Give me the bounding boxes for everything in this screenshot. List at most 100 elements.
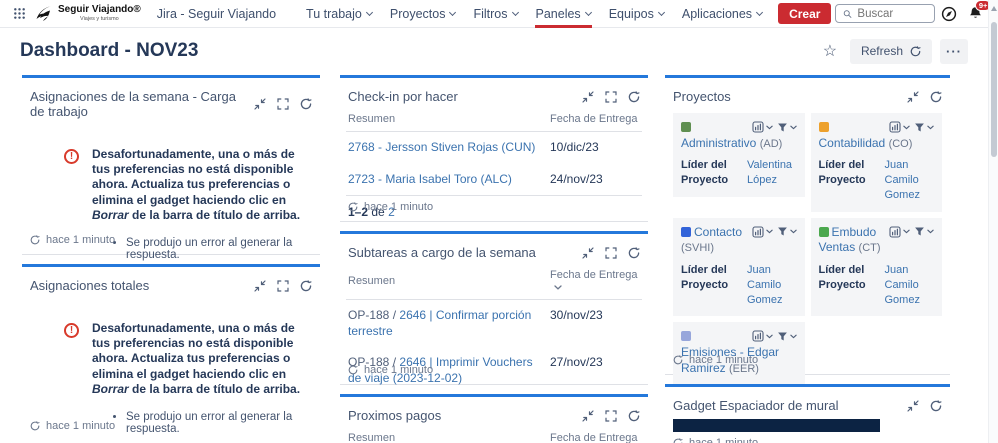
refresh-icon[interactable] xyxy=(628,410,640,422)
gadget-title: Asignaciones de la semana - Carga de tra… xyxy=(30,89,236,119)
maximize-icon[interactable] xyxy=(605,410,617,422)
gadget-subtasks: Subtareas a cargo de la semana Resumen F… xyxy=(340,231,648,418)
refresh-icon[interactable] xyxy=(673,355,683,365)
due-date: 10/dic/23 xyxy=(550,140,599,154)
collapse-icon[interactable] xyxy=(582,410,594,422)
gadget-title: Subtareas a cargo de la semana xyxy=(348,245,536,260)
refresh-icon[interactable] xyxy=(348,365,358,375)
maximize-icon[interactable] xyxy=(277,98,289,110)
project-filter-menu-button[interactable] xyxy=(777,122,797,133)
caret-down-icon xyxy=(766,334,773,339)
project-filter-menu-button[interactable] xyxy=(914,122,934,133)
app-switcher-icon[interactable] xyxy=(8,3,30,25)
nav-item-aplicaciones[interactable]: Aplicaciones xyxy=(674,0,770,28)
caret-down-icon xyxy=(790,125,797,130)
chevron-down-icon xyxy=(584,8,592,16)
nav-item-proyectos[interactable]: Proyectos xyxy=(382,0,464,28)
chevron-down-icon xyxy=(511,8,519,16)
create-button[interactable]: Crear xyxy=(778,3,832,24)
brand-tagline: Viajes y turismo xyxy=(80,15,119,22)
refresh-icon[interactable] xyxy=(30,235,40,245)
sort-caret-icon xyxy=(554,285,562,290)
scrollbar-thumb[interactable] xyxy=(991,22,997,157)
maximize-icon[interactable] xyxy=(605,247,617,259)
collapse-icon[interactable] xyxy=(254,280,266,292)
collapse-icon[interactable] xyxy=(907,91,919,103)
refresh-icon[interactable] xyxy=(628,91,640,103)
project-avatar xyxy=(818,122,829,132)
project-chart-menu-button[interactable] xyxy=(752,121,773,133)
refresh-icon[interactable] xyxy=(628,247,640,259)
project-key: (CT) xyxy=(858,242,881,255)
page-title: Dashboard - NOV23 xyxy=(20,40,199,61)
maximize-icon[interactable] xyxy=(277,280,289,292)
gadget-title: Proyectos xyxy=(673,89,731,104)
leader-label: Líder del Proyecto xyxy=(818,263,866,291)
search-box[interactable] xyxy=(835,4,936,23)
collapse-icon[interactable] xyxy=(582,247,594,259)
refresh-icon[interactable] xyxy=(930,91,942,103)
project-filter-menu-button[interactable] xyxy=(777,331,797,342)
project-key: (AD) xyxy=(759,137,783,150)
project-chart-menu-button[interactable] xyxy=(889,226,910,238)
collapse-icon[interactable] xyxy=(254,98,266,110)
caret-down-icon xyxy=(790,334,797,339)
project-link[interactable]: Contabilidad xyxy=(819,136,886,150)
leader-label: Líder del Proyecto xyxy=(681,159,729,187)
project-filter-menu-button[interactable] xyxy=(777,226,797,237)
refresh-icon[interactable] xyxy=(30,421,40,431)
discover-button[interactable] xyxy=(937,2,961,26)
nav-item-paneles[interactable]: Paneles xyxy=(528,0,599,28)
top-navbar: Seguir Viajando® Viajes y turismo Jira -… xyxy=(0,0,998,28)
search-input[interactable] xyxy=(857,7,928,20)
more-options-button[interactable] xyxy=(940,38,968,64)
nav-item-tu-trabajo[interactable]: Tu trabajo xyxy=(298,0,380,28)
column-header-resumen[interactable]: Resumen xyxy=(346,429,548,443)
issue-link[interactable]: 2723 - Maria Isabel Toro (ALC) xyxy=(348,172,512,186)
table-row: 2723 - Maria Isabel Toro (ALC) 24/nov/23 xyxy=(346,163,642,197)
site-name-link[interactable]: Jira - Seguir Viajando xyxy=(157,7,276,21)
nav-item-equipos[interactable]: Equipos xyxy=(601,0,672,28)
scroll-up-arrow[interactable] xyxy=(991,6,997,11)
project-leader-link[interactable]: Juan Camilo Gomez xyxy=(747,263,797,308)
caret-down-icon xyxy=(790,229,797,234)
project-filter-menu-button[interactable] xyxy=(914,226,934,237)
column-header-fecha[interactable]: Fecha de Entrega xyxy=(548,429,642,443)
project-leader-link[interactable]: Juan Camilo Gomez xyxy=(885,263,935,308)
project-chart-menu-button[interactable] xyxy=(889,121,910,133)
leader-label: Líder del Proyecto xyxy=(818,159,866,187)
refresh-icon[interactable] xyxy=(673,438,683,443)
parent-issue-key[interactable]: OP-188 xyxy=(348,308,389,322)
column-header-fecha[interactable]: Fecha de Entrega xyxy=(548,266,642,300)
chevron-down-icon xyxy=(657,8,665,16)
nav-item-filtros[interactable]: Filtros xyxy=(465,0,525,28)
project-leader-link[interactable]: Juan Camilo Gomez xyxy=(885,158,935,203)
refresh-icon[interactable] xyxy=(300,280,312,292)
project-chart-menu-button[interactable] xyxy=(752,226,773,238)
favorite-star-button[interactable] xyxy=(818,39,842,63)
column-header-resumen[interactable]: Resumen xyxy=(346,110,548,132)
dashboard-refresh-button[interactable]: Refresh xyxy=(849,38,932,64)
brand-logo[interactable]: Seguir Viajando® Viajes y turismo xyxy=(34,4,141,24)
maximize-icon[interactable] xyxy=(605,91,617,103)
project-avatar xyxy=(681,226,691,237)
refresh-icon[interactable] xyxy=(348,202,358,212)
collapse-icon[interactable] xyxy=(582,91,594,103)
project-leader-link[interactable]: Valentina López xyxy=(747,158,797,188)
column-header-resumen[interactable]: Resumen xyxy=(346,266,548,300)
refresh-icon[interactable] xyxy=(930,400,942,412)
due-date: 30/nov/23 xyxy=(550,308,603,322)
project-link[interactable]: Administrativo xyxy=(681,136,756,150)
page-header: Dashboard - NOV23 Refresh xyxy=(0,33,988,69)
issue-link[interactable]: 2768 - Jersson Stiven Rojas (CUN) xyxy=(348,140,535,154)
project-link[interactable]: Contacto xyxy=(694,225,742,239)
collapse-icon[interactable] xyxy=(907,400,919,412)
project-key: (CO) xyxy=(888,137,913,150)
gadget-workload: Asignaciones de la semana - Carga de tra… xyxy=(22,75,320,261)
column-header-fecha[interactable]: Fecha de Entrega xyxy=(548,110,642,132)
notifications-button[interactable]: 9+ xyxy=(963,0,992,26)
brand-name: Seguir Viajando® xyxy=(58,4,141,16)
refresh-icon[interactable] xyxy=(300,98,312,110)
project-chart-menu-button[interactable] xyxy=(752,330,773,342)
bar-chart-icon xyxy=(889,226,901,238)
